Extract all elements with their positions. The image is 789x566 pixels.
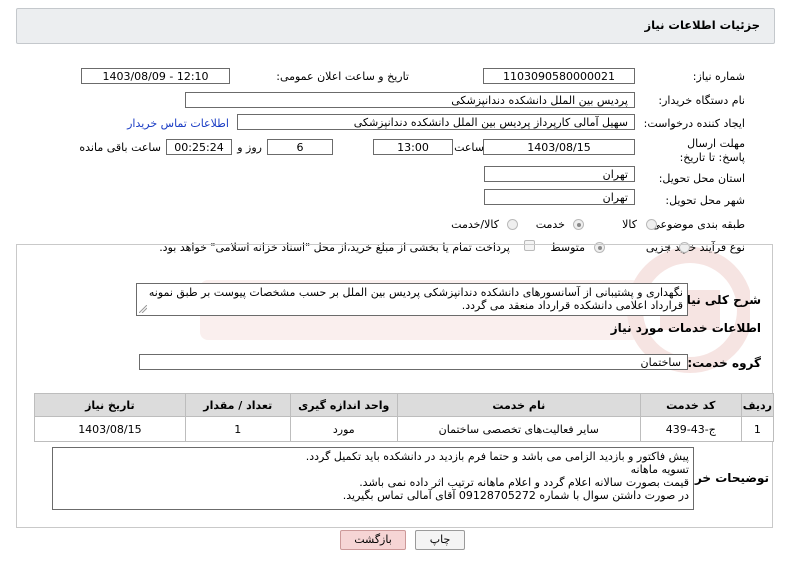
- category-label: طبقه بندی موضوعی:: [647, 218, 745, 231]
- resize-grip-icon[interactable]: [139, 305, 147, 313]
- summary-textarea[interactable]: نگهداری و پشتیبانی از آسانسورهای دانشکده…: [136, 283, 688, 316]
- buyer-note-line: تسویه ماهانه: [630, 463, 689, 476]
- need-number-label: شماره نیاز:: [692, 70, 745, 83]
- city-field: تهران: [484, 189, 635, 205]
- col-header-service-code: کد خدمت: [639, 393, 742, 417]
- creator-field: سهیل آمالی کارپرداز پردیس بین الملل دانش…: [237, 114, 635, 130]
- buyer-contact-link[interactable]: اطلاعات تماس خریدار: [127, 117, 229, 130]
- remaining-time-field: 00:25:24: [166, 139, 232, 155]
- remaining-label: ساعت باقی مانده: [79, 141, 161, 154]
- city-label: شهر محل تحویل:: [665, 194, 745, 207]
- services-table: ردیف کد خدمت نام خدمت واحد اندازه گیری ت…: [34, 393, 775, 442]
- cell-service-name: سایر فعالیت‌های تخصصی ساختمان: [396, 416, 641, 442]
- buyer-org-field: پردیس بین الملل دانشکده دندانپزشکی: [185, 92, 635, 108]
- page-header: جزئیات اطلاعات نیاز: [16, 8, 775, 44]
- buyer-notes-textarea[interactable]: پیش فاکتور و بازدید الزامی می باشد و حتم…: [52, 447, 694, 510]
- announce-label: تاریخ و ساعت اعلان عمومی:: [276, 70, 409, 83]
- category-option-goods: کالا: [622, 218, 637, 231]
- cell-unit: مورد: [289, 416, 398, 442]
- page-title: جزئیات اطلاعات نیاز: [644, 18, 760, 32]
- summary-text: نگهداری و پشتیبانی از آسانسورهای دانشکده…: [148, 286, 683, 312]
- deadline-label: مهلت ارسال پاسخ: تا تاریخ:: [679, 137, 745, 164]
- table-row: 1 ج-43-439 سایر فعالیت‌های تخصصی ساختمان…: [34, 416, 775, 442]
- days-field: 6: [267, 139, 333, 155]
- creator-label: ایجاد کننده درخواست:: [643, 117, 745, 130]
- cell-service-code: ج-43-439: [639, 416, 742, 442]
- need-number-field: 1103090580000021: [483, 68, 635, 84]
- cell-need-date: 1403/08/15: [34, 416, 186, 442]
- col-header-service-name: نام خدمت: [396, 393, 641, 417]
- deadline-date-field: 1403/08/15: [483, 139, 635, 155]
- buyer-org-label: نام دستگاه خریدار:: [658, 94, 745, 107]
- announce-date-field: 1403/08/09 - 12:10: [81, 68, 230, 84]
- cell-row-number: 1: [740, 416, 775, 442]
- category-radio-goods[interactable]: [646, 219, 657, 230]
- print-button[interactable]: چاپ: [415, 530, 465, 550]
- table-header-row: ردیف کد خدمت نام خدمت واحد اندازه گیری ت…: [34, 393, 775, 417]
- col-header-unit: واحد اندازه گیری: [289, 393, 398, 417]
- service-group-field: ساختمان: [139, 354, 688, 370]
- province-field: تهران: [484, 166, 635, 182]
- category-radio-service[interactable]: [573, 219, 584, 230]
- services-section-title: اطلاعات خدمات مورد نیاز: [610, 321, 761, 335]
- col-header-row-number: ردیف: [740, 393, 775, 417]
- days-label: روز و: [237, 141, 262, 154]
- service-group-label: گروه خدمت:: [687, 356, 761, 370]
- col-header-need-date: تاریخ نیاز: [34, 393, 186, 417]
- category-radio-goods-service[interactable]: [507, 219, 518, 230]
- category-option-goods-service: کالا/خدمت: [451, 218, 499, 231]
- deadline-time-field: 13:00: [373, 139, 453, 155]
- buyer-note-line: قیمت بصورت سالانه اعلام گردد و اعلام ماه…: [359, 476, 689, 489]
- category-option-service: خدمت: [535, 218, 565, 231]
- province-label: استان محل تحویل:: [658, 172, 745, 185]
- col-header-quantity: تعداد / مقدار: [184, 393, 291, 417]
- buyer-note-line: در صورت داشتن سوال با شماره 09128705272 …: [342, 489, 689, 502]
- cell-quantity: 1: [184, 416, 291, 442]
- back-button[interactable]: بازگشت: [340, 530, 406, 550]
- buyer-note-line: پیش فاکتور و بازدید الزامی می باشد و حتم…: [305, 450, 689, 463]
- deadline-time-label: ساعت: [454, 141, 484, 154]
